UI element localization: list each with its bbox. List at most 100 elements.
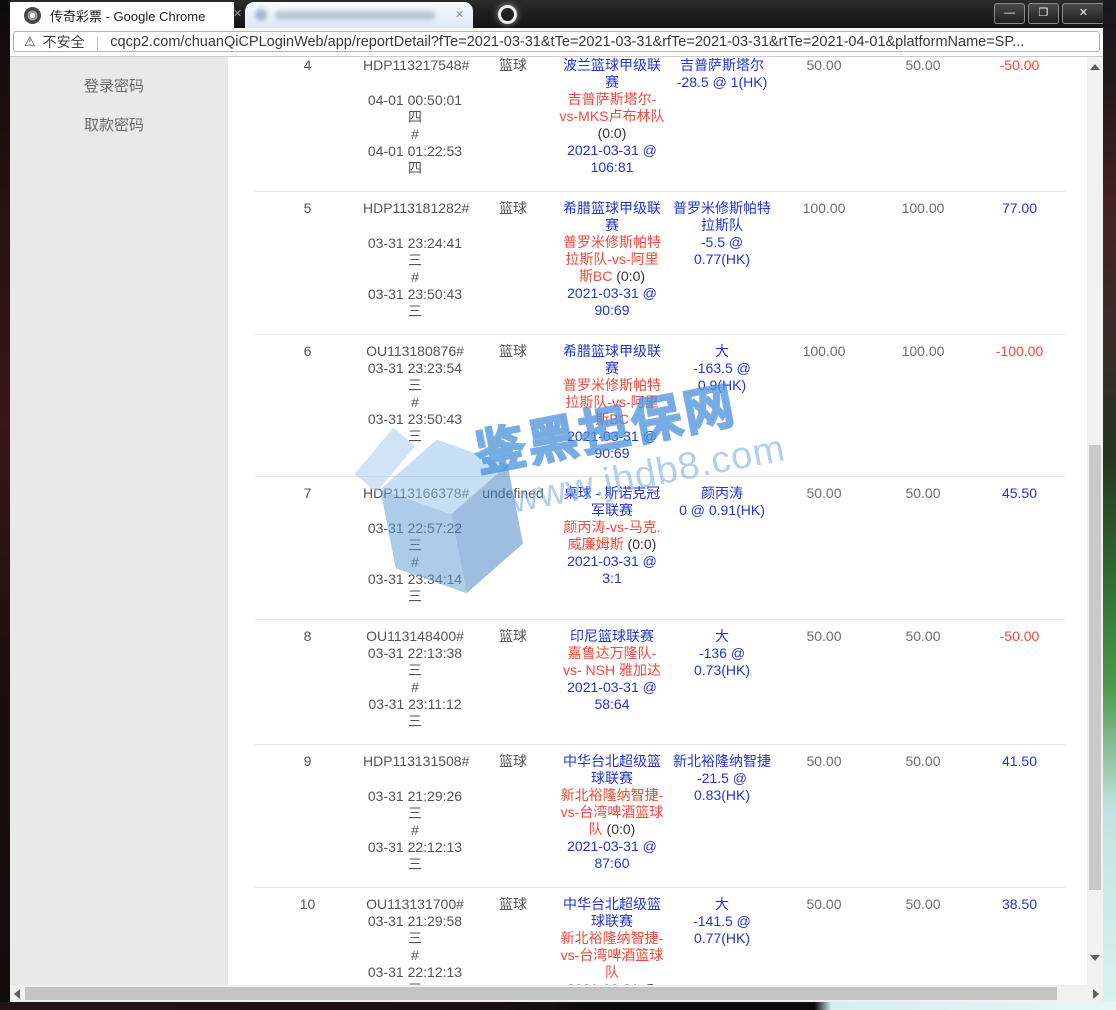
amount-cell: 50.00	[776, 753, 872, 873]
scroll-left-icon[interactable]	[14, 989, 20, 999]
scroll-down-icon[interactable]	[1090, 955, 1100, 961]
table-row: 8OU113148400#03-31 22:13:38 三#03-31 23:1…	[255, 619, 1065, 744]
minimize-button[interactable]: —	[994, 3, 1025, 24]
match-teams: 普罗米修斯帕特拉斯队-vs-阿里斯BC	[559, 377, 665, 428]
order-id-cell: HDP113217548#04-01 00:50:01 四#04-01 01:2…	[360, 57, 470, 177]
match-teams: 吉普萨斯塔尔-vs-MKS卢布林队 (0:0)	[559, 91, 665, 142]
bet-time-separator: #	[363, 394, 467, 411]
sport-cell: 篮球	[470, 753, 556, 873]
match-final-score: 58:64	[559, 696, 665, 713]
table-row: 10OU113131700#03-31 21:29:58 三#03-31 22:…	[255, 887, 1065, 985]
match-teams: 新北裕隆纳智捷-vs-台湾啤酒篮球队 (0:0)	[559, 787, 665, 838]
bet-time-separator: #	[363, 554, 467, 571]
amount-cell: 50.00	[776, 628, 872, 730]
league-name: 希腊篮球甲级联赛	[559, 200, 665, 234]
scroll-up-icon[interactable]	[1090, 64, 1100, 70]
window-titlebar: 传奇彩票 - Google Chrome ✕ ✕ — ❐ ✕	[0, 0, 1116, 28]
sport-cell: 篮球	[470, 628, 556, 730]
url-text[interactable]: cqcp2.com/chuanQiCPLoginWeb/app/reportDe…	[110, 34, 1024, 50]
close-icon[interactable]: ✕	[455, 8, 464, 21]
address-bar[interactable]: ⚠ 不安全 | cqcp2.com/chuanQiCPLoginWeb/app/…	[13, 31, 1100, 52]
order-id-spacer	[363, 74, 467, 92]
amount-cell: 50.00	[776, 896, 872, 985]
bet-cell: 新北裕隆纳智捷-21.5 @ 0.83(HK)	[668, 753, 776, 873]
bet-time-start: 03-31 21:29:58 三	[363, 913, 467, 947]
bet-odds: 0 @ 0.91(HK)	[671, 502, 773, 519]
order-id: HDP113217548#	[363, 57, 467, 74]
table-row: 9HDP113131508#03-31 21:29:26 三#03-31 22:…	[255, 744, 1065, 887]
amount-cell: 100.00	[776, 343, 872, 462]
horizontal-scrollbar-thumb[interactable]	[25, 987, 1057, 1000]
league-name: 希腊篮球甲级联赛	[559, 343, 665, 377]
match-cell: 希腊篮球甲级联赛普罗米修斯帕特拉斯队-vs-阿里斯BC (0:0)2021-03…	[556, 200, 668, 320]
order-id-cell: OU113180876#03-31 23:23:54 三#03-31 23:50…	[360, 343, 470, 462]
valid-amount-cell: 100.00	[872, 200, 974, 320]
bet-time-end: 03-31 22:12:13 三	[363, 839, 467, 873]
order-id-cell: HDP113131508#03-31 21:29:26 三#03-31 22:1…	[360, 753, 470, 873]
scroll-right-icon[interactable]	[1093, 989, 1099, 999]
order-id-spacer	[363, 217, 467, 235]
valid-amount-cell: 50.00	[872, 753, 974, 873]
match-date: 2021-03-31 @	[559, 553, 665, 570]
table-row: 4HDP113217548#04-01 00:50:01 四#04-01 01:…	[255, 57, 1065, 191]
vertical-scrollbar-thumb[interactable]	[1089, 445, 1101, 890]
match-teams: 嘉鲁达万隆队-vs- NSH 雅加达	[559, 645, 665, 679]
background-browser-tab[interactable]: ✕	[245, 2, 473, 28]
sport-cell: 篮球	[470, 896, 556, 985]
bet-time-separator: #	[363, 947, 467, 964]
league-name: 中华台北超级篮球联赛	[559, 753, 665, 787]
match-cell: 中华台北超级篮球联赛新北裕隆纳智捷-vs-台湾啤酒篮球队2021-03-31 @…	[556, 896, 668, 985]
bet-time-start: 03-31 21:29:26 三	[363, 788, 467, 822]
bet-time-end: 03-31 23:34:14 三	[363, 571, 467, 605]
sidebar-item-2[interactable]: 取款密码	[10, 106, 228, 145]
bet-pick: 普罗米修斯帕特拉斯队	[671, 200, 773, 234]
bet-time-start: 03-31 23:23:54 三	[363, 360, 467, 394]
window-border-right	[1103, 0, 1116, 1010]
bet-cell: 大-141.5 @ 0.77(HK)	[668, 896, 776, 985]
bet-odds: -28.5 @ 1(HK)	[671, 74, 773, 91]
bet-time-separator: #	[363, 822, 467, 839]
valid-amount-cell: 50.00	[872, 896, 974, 985]
vertical-scrollbar[interactable]	[1087, 57, 1103, 985]
bet-pick: 大	[671, 896, 773, 913]
profit-cell: 77.00	[974, 200, 1065, 320]
background-window-icon	[498, 5, 517, 24]
window-border-left	[0, 0, 10, 1010]
close-icon[interactable]: ✕	[233, 7, 242, 20]
match-cell: 桌球 - 斯诺克冠军联赛颜丙涛-vs-马克.威廉姆斯 (0:0)2021-03-…	[556, 485, 668, 605]
bet-odds: -163.5 @ 0.9(HK)	[671, 360, 773, 394]
close-button[interactable]: ✕	[1062, 3, 1105, 24]
security-warning-label[interactable]: 不安全	[43, 32, 85, 52]
maximize-button[interactable]: ❐	[1028, 3, 1059, 24]
row-number-cell: 9	[255, 753, 360, 873]
row-number-cell: 6	[255, 343, 360, 462]
bet-pick: 大	[671, 343, 773, 360]
match-halftime-score: (0:0)	[598, 125, 627, 141]
match-halftime-score: (0:0)	[607, 821, 636, 837]
bet-pick: 新北裕隆纳智捷	[671, 753, 773, 770]
match-teams: 普罗米修斯帕特拉斯队-vs-阿里斯BC (0:0)	[559, 234, 665, 285]
window-title-area: 传奇彩票 - Google Chrome	[10, 2, 234, 28]
match-date: 2021-03-31 @	[559, 679, 665, 696]
table-row: 6OU113180876#03-31 23:23:54 三#03-31 23:5…	[255, 334, 1065, 476]
row-number-cell: 10	[255, 896, 360, 985]
bet-report-table: 4HDP113217548#04-01 00:50:01 四#04-01 01:…	[255, 57, 1065, 985]
security-warning-icon[interactable]: ⚠	[24, 34, 36, 50]
match-cell: 中华台北超级篮球联赛新北裕隆纳智捷-vs-台湾啤酒篮球队 (0:0)2021-0…	[556, 753, 668, 873]
amount-cell: 100.00	[776, 200, 872, 320]
order-id-spacer	[363, 770, 467, 788]
window-title: 传奇彩票 - Google Chrome	[50, 6, 205, 25]
table-row: 7HDP113166378#03-31 22:57:22 三#03-31 23:…	[255, 476, 1065, 619]
bet-time-separator: #	[363, 126, 467, 143]
sidebar-item-1[interactable]: 登录密码	[10, 67, 228, 106]
match-date: 2021-03-31 @	[559, 428, 665, 445]
match-final-score: 87:60	[559, 855, 665, 872]
horizontal-scrollbar[interactable]	[10, 985, 1103, 1002]
match-cell: 波兰篮球甲级联赛吉普萨斯塔尔-vs-MKS卢布林队 (0:0)2021-03-3…	[556, 57, 668, 177]
sport-cell: 篮球	[470, 343, 556, 462]
match-date: 2021-03-31 @	[559, 285, 665, 302]
valid-amount-cell: 50.00	[872, 628, 974, 730]
league-name: 桌球 - 斯诺克冠军联赛	[559, 485, 665, 519]
bet-time-end: 03-31 23:50:43 三	[363, 411, 467, 445]
bet-time-separator: #	[363, 679, 467, 696]
